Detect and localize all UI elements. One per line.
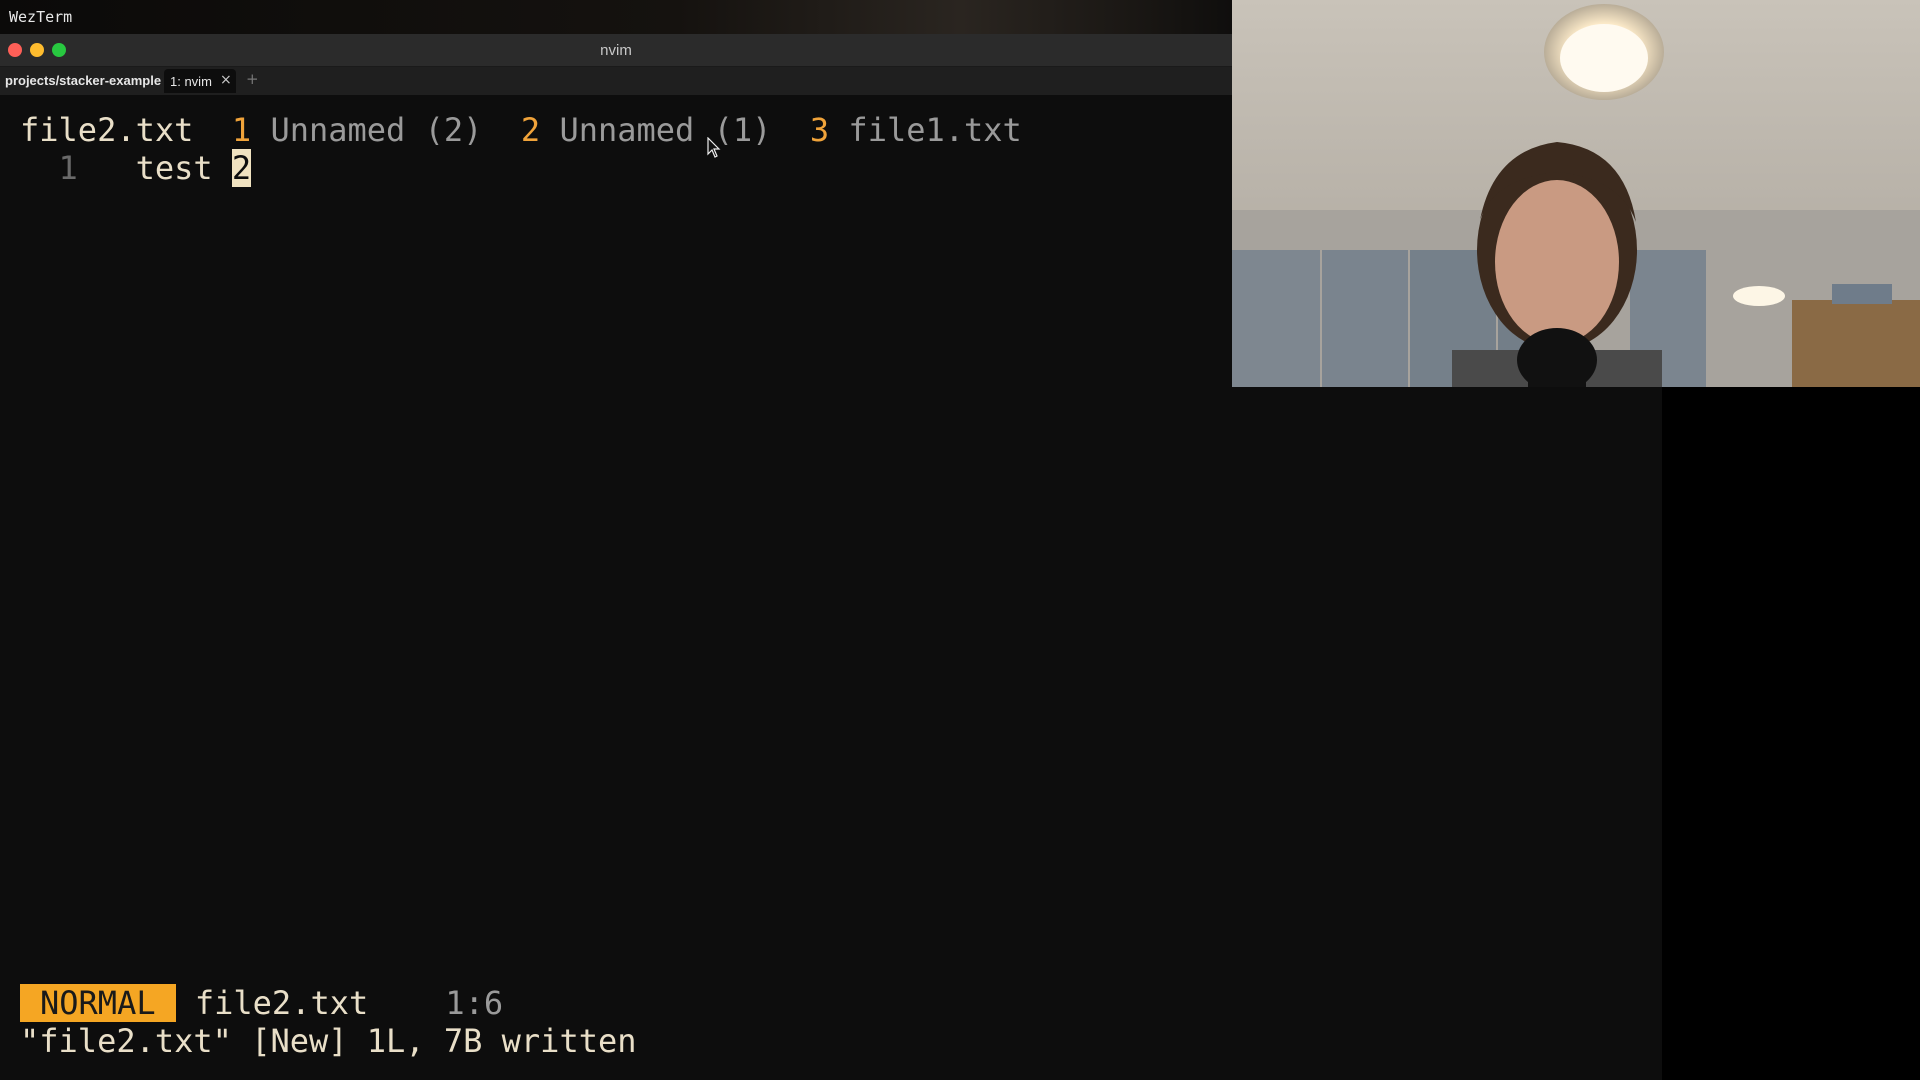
line-number: 1 (58, 149, 78, 187)
tab-nvim[interactable]: 1: nvim × (164, 69, 236, 93)
cursor-position: 1:6 (445, 984, 504, 1022)
close-tab-icon[interactable]: × (220, 72, 232, 88)
webcam-overlay (1232, 0, 1920, 387)
line-text: test (135, 149, 232, 187)
window-title: nvim (600, 42, 632, 59)
buffer-number: 3 (809, 111, 830, 149)
tab-label: 1: nvim (170, 74, 212, 89)
buffer-number: 1 (231, 111, 252, 149)
code-line[interactable]: 1 test 2 (20, 149, 252, 187)
command-message: "file2.txt" [New] 1L, 7B written (20, 1022, 637, 1060)
bufferline-current[interactable]: file2.txt (20, 111, 193, 149)
mouse-pointer-icon (707, 137, 721, 158)
buffer-tab[interactable]: Unnamed (1) (559, 111, 771, 149)
buffer-tab[interactable]: Unnamed (2) (270, 111, 482, 149)
buffer-tab[interactable]: file1.txt (848, 111, 1021, 149)
buffer-number: 2 (520, 111, 541, 149)
menu-bar: WezTerm (0, 0, 1232, 34)
terminal-pane[interactable]: file2.txt 1 Unnamed (2) 2 Unnamed (1) 3 … (0, 95, 1232, 1080)
webcam-video-image (1232, 0, 1920, 387)
new-tab-icon[interactable]: + (246, 70, 259, 88)
text-cursor: 2 (231, 149, 252, 187)
statusline: NORMAL file2.txt 1:6 (20, 984, 503, 1022)
tab-bar: projects/stacker-example 1: nvim × + (0, 67, 1232, 95)
status-filename: file2.txt (194, 984, 369, 1022)
app-name[interactable]: WezTerm (9, 8, 72, 26)
cwd-label: projects/stacker-example (5, 73, 162, 88)
bufferline: file2.txt 1 Unnamed (2) 2 Unnamed (1) 3 … (20, 111, 1022, 149)
window-title-bar[interactable]: nvim (0, 34, 1232, 67)
mode-indicator: NORMAL (20, 984, 176, 1022)
empty-area (1662, 387, 1920, 1080)
